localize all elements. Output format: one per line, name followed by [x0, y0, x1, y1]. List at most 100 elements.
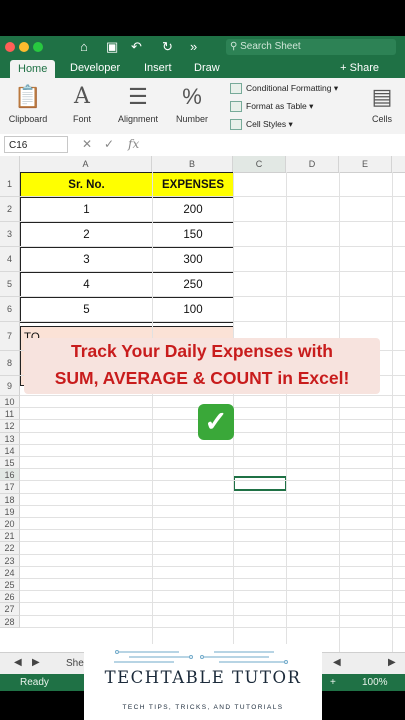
grid-line [20, 443, 405, 445]
table-cell-srno[interactable]: 4 [20, 272, 153, 298]
search-icon: ⚲ [230, 41, 241, 52]
row-header[interactable]: 8 [0, 351, 20, 376]
grid-line [20, 221, 405, 222]
select-all-corner[interactable] [0, 156, 20, 172]
confirm-icon[interactable]: ✓ [104, 136, 114, 153]
zoom-level[interactable]: 100% [362, 674, 388, 691]
row-header[interactable]: 6 [0, 297, 20, 322]
column-header-c[interactable]: C [233, 156, 286, 172]
row-header[interactable]: 27 [0, 603, 20, 616]
grid-line [20, 553, 405, 555]
header-expenses[interactable]: EXPENSES [152, 172, 234, 198]
alignment-button[interactable]: ☰ Alignment [114, 80, 162, 124]
row-header[interactable]: 17 [0, 481, 20, 494]
row-header[interactable]: 18 [0, 493, 20, 506]
grid-line [20, 296, 405, 297]
logo-title: TECHTABLE TUTOR [104, 668, 302, 687]
minimize-window-button[interactable] [19, 42, 29, 52]
grid-line [20, 321, 405, 322]
cell-styles-button[interactable]: Cell Styles ▾ [230, 118, 293, 131]
techtable-tutor-logo: TECHTABLE TUTOR TECH TIPS, TRICKS, AND T… [84, 644, 322, 720]
grid-line [20, 456, 405, 457]
row-header[interactable]: 7 [0, 322, 20, 351]
row-header[interactable]: 25 [0, 579, 20, 592]
close-window-button[interactable] [5, 42, 15, 52]
row-header[interactable]: 3 [0, 222, 20, 247]
home-icon[interactable]: ⌂ [80, 39, 88, 55]
row-header[interactable]: 23 [0, 554, 20, 567]
save-icon[interactable]: ▣ [106, 39, 118, 55]
grid-line [20, 196, 405, 197]
selected-cell-c16[interactable] [233, 476, 287, 491]
table-cell-srno[interactable]: 5 [20, 297, 153, 323]
sheet-tab[interactable]: She [66, 658, 84, 669]
font-button[interactable]: A Font [60, 80, 104, 124]
check-mark-icon: ✓ [198, 404, 234, 440]
row-header[interactable]: 9 [0, 376, 20, 396]
tab-developer[interactable]: Developer [70, 58, 120, 78]
logo-tagline: TECH TIPS, TRICKS, AND TUTORIALS [122, 704, 284, 711]
scroll-left-icon[interactable]: ◀ [333, 657, 341, 668]
table-cell-expense[interactable]: 250 [152, 272, 234, 298]
row-header[interactable]: 13 [0, 432, 20, 445]
previous-sheet-icon[interactable]: ◀ [14, 657, 22, 668]
row-header[interactable]: 14 [0, 444, 20, 457]
table-cell-srno[interactable]: 2 [20, 222, 153, 248]
function-icon[interactable]: fx [128, 136, 139, 153]
tab-insert[interactable]: Insert [144, 58, 172, 78]
format-as-table-button[interactable]: Format as Table ▾ [230, 100, 313, 113]
cancel-icon[interactable]: ✕ [82, 136, 92, 153]
grid-line [20, 468, 405, 470]
next-sheet-icon[interactable]: ▶ [32, 657, 40, 668]
column-header-e[interactable]: E [339, 156, 392, 172]
clipboard-button[interactable]: 📋 Clipboard [6, 80, 50, 124]
row-header[interactable]: 10 [0, 396, 20, 409]
cells-button[interactable]: ▤ Cells [364, 80, 400, 124]
share-button[interactable]: + Share [340, 58, 379, 78]
scroll-right-icon[interactable]: ▶ [388, 657, 396, 668]
row-header[interactable]: 26 [0, 591, 20, 604]
formula-bar: C16 ✕ ✓ fx [0, 134, 405, 157]
row-header[interactable]: 24 [0, 566, 20, 579]
table-cell-expense[interactable]: 100 [152, 297, 234, 323]
grid-line [20, 246, 405, 247]
row-header[interactable]: 22 [0, 542, 20, 555]
zoom-in-icon[interactable]: + [330, 674, 336, 691]
header-sr-no[interactable]: Sr. No. [20, 172, 153, 198]
tab-draw[interactable]: Draw [194, 58, 220, 78]
zoom-window-button[interactable] [33, 42, 43, 52]
name-box[interactable]: C16 [4, 136, 68, 153]
row-header[interactable]: 2 [0, 197, 20, 222]
table-cell-srno[interactable]: 1 [20, 197, 153, 223]
conditional-formatting-icon [230, 83, 242, 95]
row-header[interactable]: 20 [0, 518, 20, 531]
caption-line-1: Track Your Daily Expenses with [71, 341, 333, 361]
table-cell-expense[interactable]: 200 [152, 197, 234, 223]
column-header-a[interactable]: A [20, 156, 152, 172]
row-header[interactable]: 5 [0, 272, 20, 297]
row-header[interactable]: 15 [0, 457, 20, 470]
number-button[interactable]: % Number [170, 80, 214, 124]
row-header[interactable]: 1 [0, 172, 20, 197]
row-header[interactable]: 4 [0, 247, 20, 272]
grid-line [20, 602, 405, 604]
row-header[interactable]: 19 [0, 505, 20, 518]
row-header[interactable]: 12 [0, 420, 20, 433]
row-header[interactable]: 28 [0, 615, 20, 628]
grid-line [152, 172, 153, 652]
redo-icon[interactable]: ↻ [162, 39, 173, 55]
search-sheet-input[interactable]: ⚲ Search Sheet [226, 39, 396, 55]
more-icon[interactable]: » [190, 39, 197, 55]
table-cell-expense[interactable]: 300 [152, 247, 234, 273]
undo-icon[interactable]: ↶ [131, 39, 142, 55]
row-header[interactable]: 16 [0, 469, 20, 482]
row-header[interactable]: 21 [0, 530, 20, 543]
column-header-d[interactable]: D [286, 156, 339, 172]
tab-home[interactable]: Home [10, 60, 56, 78]
table-cell-expense[interactable]: 150 [152, 222, 234, 248]
caption-line-2: SUM, AVERAGE & COUNT in Excel! [54, 368, 350, 388]
row-header[interactable]: 11 [0, 408, 20, 421]
column-header-b[interactable]: B [152, 156, 233, 172]
conditional-formatting-button[interactable]: Conditional Formatting ▾ [230, 82, 338, 95]
table-cell-srno[interactable]: 3 [20, 247, 153, 273]
